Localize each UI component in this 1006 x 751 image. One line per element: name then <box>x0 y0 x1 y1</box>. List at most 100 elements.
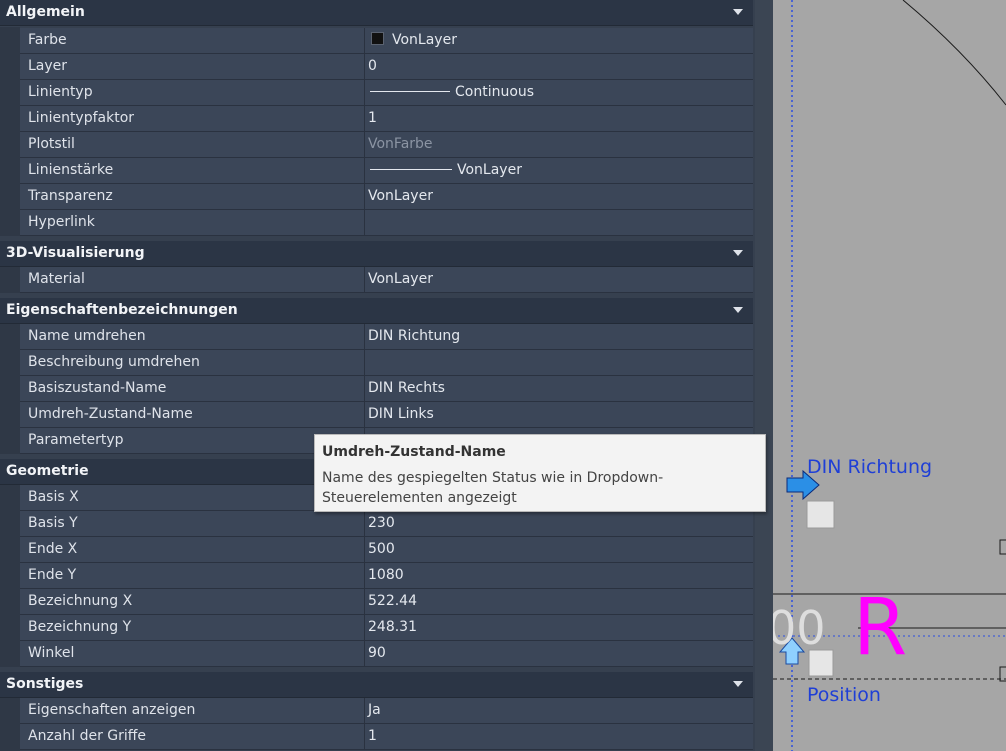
property-name: Umdreh-Zustand-Name <box>20 402 365 427</box>
flip-parameter-label: DIN Richtung <box>807 456 933 478</box>
property-row-umdreh-zustand-name[interactable]: Umdreh-Zustand-Name DIN Links <box>20 402 753 428</box>
property-value[interactable]: 230 <box>365 511 753 536</box>
property-value[interactable]: DIN Richtung <box>365 324 753 349</box>
property-name: Basis Y <box>20 511 365 536</box>
property-value[interactable] <box>365 350 753 375</box>
color-value: VonLayer <box>392 32 457 48</box>
palette-scrollbar[interactable] <box>755 0 773 751</box>
property-name: Linienstärke <box>20 158 365 183</box>
collapse-arrow-icon[interactable] <box>733 681 743 687</box>
section-title: 3D-Visualisierung <box>6 245 145 261</box>
property-name: Plotstil <box>20 132 365 157</box>
property-row-ende-x[interactable]: Ende X 500 <box>20 537 753 563</box>
property-value[interactable]: 500 <box>365 537 753 562</box>
section-header-sonstiges[interactable]: Sonstiges <box>0 672 753 698</box>
drawing-canvas[interactable]: DIN Richtung Position 00 R <box>773 0 1006 751</box>
property-value[interactable]: DIN Rechts <box>365 376 753 401</box>
section-title: Geometrie <box>6 463 89 479</box>
property-name: Hyperlink <box>20 210 365 235</box>
property-row-basis-y[interactable]: Basis Y 230 <box>20 511 753 537</box>
property-name: Basiszustand-Name <box>20 376 365 401</box>
flip-action-icon[interactable] <box>806 500 835 529</box>
property-row-layer[interactable]: Layer 0 <box>20 54 753 80</box>
property-row-farbe[interactable]: Farbe VonLayer <box>20 28 753 54</box>
section-gutter <box>0 485 20 667</box>
section-title: Allgemein <box>6 4 85 20</box>
collapse-arrow-icon[interactable] <box>733 250 743 256</box>
property-name: Ende Y <box>20 563 365 588</box>
section-gutter <box>0 267 20 293</box>
property-value: VonFarbe <box>368 136 433 152</box>
property-row-eigenschaften-anzeigen[interactable]: Eigenschaften anzeigen Ja <box>20 698 753 724</box>
property-value[interactable]: 0 <box>365 54 753 79</box>
property-row-linientyp[interactable]: Linientyp Continuous <box>20 80 753 106</box>
property-value[interactable]: 1 <box>365 724 753 749</box>
lineweight-preview-icon <box>370 169 452 170</box>
property-value[interactable]: Continuous <box>365 80 753 105</box>
property-value[interactable]: VonLayer <box>365 267 753 292</box>
section-gutter <box>0 324 20 454</box>
lineweight-value: VonLayer <box>457 162 522 178</box>
property-row-bezeichnung-x[interactable]: Bezeichnung X 522.44 <box>20 589 753 615</box>
property-value[interactable]: 248.31 <box>365 615 753 640</box>
linetype-preview-icon <box>370 91 450 92</box>
section-header-allgemein[interactable]: Allgemein <box>0 0 753 26</box>
property-value[interactable]: VonLayer <box>365 158 753 183</box>
tooltip-title: Umdreh-Zustand-Name <box>322 444 506 460</box>
section-title: Sonstiges <box>6 676 84 692</box>
property-value[interactable]: DIN Links <box>365 402 753 427</box>
magenta-label-text: R <box>853 583 908 673</box>
property-row-plotstil[interactable]: Plotstil VonFarbe <box>20 132 753 158</box>
property-name: Bezeichnung Y <box>20 615 365 640</box>
property-row-linientypfaktor[interactable]: Linientypfaktor 1 <box>20 106 753 132</box>
property-row-linienstaerke[interactable]: Linienstärke VonLayer <box>20 158 753 184</box>
property-row-anzahl-der-griffe[interactable]: Anzahl der Griffe 1 <box>20 724 753 750</box>
property-name: Eigenschaften anzeigen <box>20 698 365 723</box>
property-name: Transparenz <box>20 184 365 209</box>
properties-palette: Allgemein Farbe VonLayer Layer 0 Linient… <box>0 0 755 751</box>
linetype-value: Continuous <box>455 84 535 100</box>
section-gutter <box>0 27 20 236</box>
property-row-bezeichnung-y[interactable]: Bezeichnung Y 248.31 <box>20 615 753 641</box>
property-name: Linientyp <box>20 80 365 105</box>
property-name: Name umdrehen <box>20 324 365 349</box>
collapse-arrow-icon[interactable] <box>733 9 743 15</box>
color-swatch-icon <box>371 32 384 45</box>
property-value[interactable]: Ja <box>365 698 753 723</box>
property-row-winkel[interactable]: Winkel 90 <box>20 641 753 667</box>
property-name: Beschreibung umdrehen <box>20 350 365 375</box>
property-value[interactable]: 1080 <box>365 563 753 588</box>
section-title: Eigenschaftenbezeichnungen <box>6 302 238 318</box>
property-value[interactable]: VonLayer <box>365 28 753 53</box>
property-name: Anzahl der Griffe <box>20 724 365 749</box>
property-name: Ende X <box>20 537 365 562</box>
position-parameter-label: Position <box>807 684 881 706</box>
property-row-name-umdrehen[interactable]: Name umdrehen DIN Richtung <box>20 324 753 350</box>
property-value[interactable]: 1 <box>365 106 753 131</box>
section-header-eigenschaftenbezeichnungen[interactable]: Eigenschaftenbezeichnungen <box>0 298 753 324</box>
property-name: Bezeichnung X <box>20 589 365 614</box>
property-row-transparenz[interactable]: Transparenz VonLayer <box>20 184 753 210</box>
collapse-arrow-icon[interactable] <box>733 307 743 313</box>
property-row-ende-y[interactable]: Ende Y 1080 <box>20 563 753 589</box>
section-header-3d-visualisierung[interactable]: 3D-Visualisierung <box>0 241 753 267</box>
property-name: Material <box>20 267 365 292</box>
property-row-hyperlink[interactable]: Hyperlink <box>20 210 753 236</box>
property-value[interactable]: VonLayer <box>365 184 753 209</box>
property-row-beschreibung-umdrehen[interactable]: Beschreibung umdrehen <box>20 350 753 376</box>
property-name: Layer <box>20 54 365 79</box>
property-name: Farbe <box>20 28 365 53</box>
dimension-text: 00 <box>773 601 826 655</box>
property-value[interactable] <box>365 210 753 235</box>
property-row-material[interactable]: Material VonLayer <box>20 267 753 293</box>
property-name: Linientypfaktor <box>20 106 365 131</box>
grip-square[interactable] <box>999 539 1006 555</box>
section-gutter <box>0 698 20 751</box>
door-swing-arc <box>902 0 1006 106</box>
property-tooltip: Umdreh-Zustand-Name Name des gespiegelte… <box>314 434 766 512</box>
tooltip-description: Name des gespiegelten Status wie in Drop… <box>322 470 664 506</box>
property-value[interactable]: 90 <box>365 641 753 666</box>
property-value[interactable]: 522.44 <box>365 589 753 614</box>
property-name: Winkel <box>20 641 365 666</box>
property-row-basiszustand-name[interactable]: Basiszustand-Name DIN Rechts <box>20 376 753 402</box>
